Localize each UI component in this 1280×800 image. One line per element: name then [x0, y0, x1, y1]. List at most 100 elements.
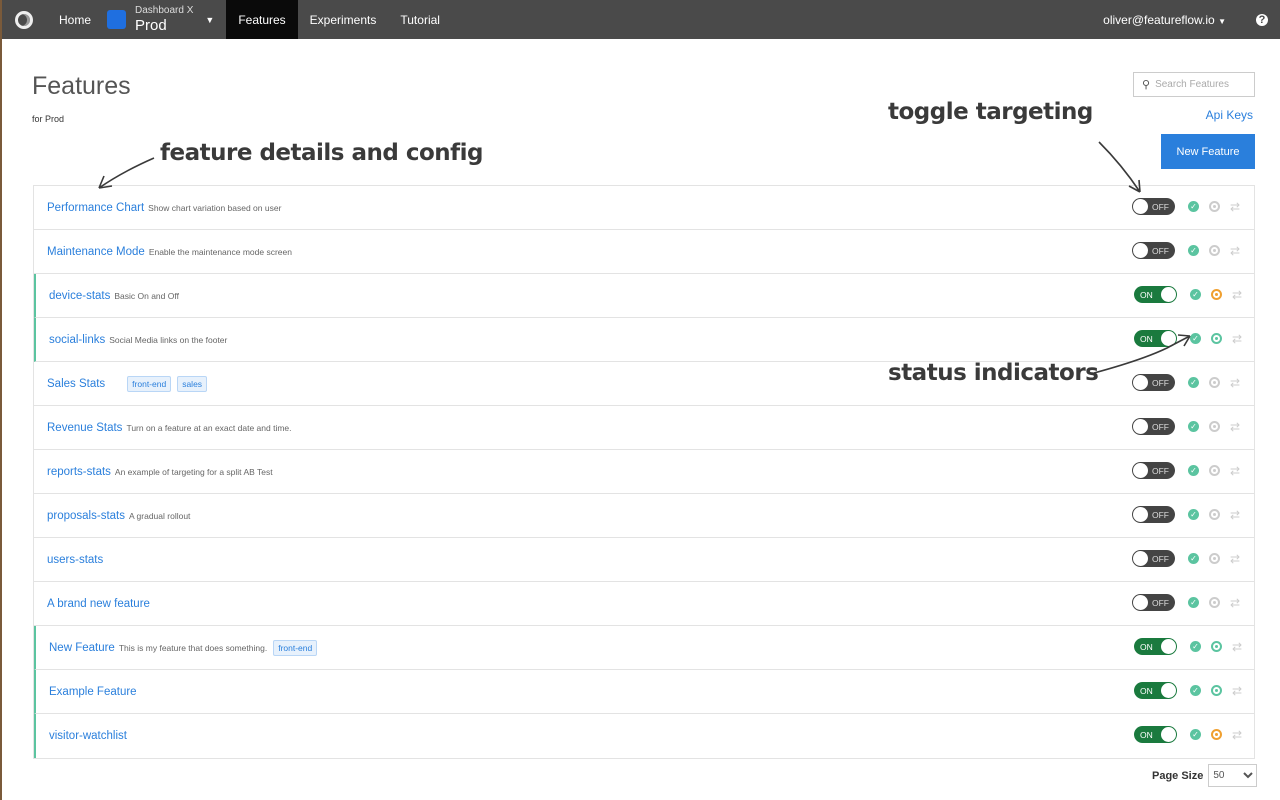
new-feature-button[interactable]: New Feature [1161, 134, 1255, 169]
feature-list: Performance Chart Show chart variation ba… [33, 185, 1255, 759]
nav-experiments[interactable]: Experiments [298, 0, 389, 39]
feature-description: Show chart variation based on user [148, 202, 282, 213]
toggle-state: OFF [1152, 553, 1169, 564]
targeting-toggle[interactable]: ON [1134, 286, 1177, 303]
targeting-toggle[interactable]: OFF [1132, 462, 1175, 479]
user-menu[interactable]: oliver@featureflow.io ▼ [1103, 13, 1226, 27]
feature-name-link[interactable]: social-links [49, 334, 105, 346]
api-keys-link[interactable]: Api Keys [1206, 108, 1253, 122]
feature-description: Social Media links on the footer [109, 334, 228, 345]
toggle-state: ON [1140, 685, 1153, 696]
environment-selector[interactable]: Dashboard X Prod ▼ [103, 6, 226, 33]
toggle-state: OFF [1152, 509, 1169, 520]
toggle-state: OFF [1152, 201, 1169, 212]
target-status-icon [1211, 333, 1222, 344]
feature-tag[interactable]: front-end [127, 375, 172, 392]
swap-arrows-icon[interactable]: ⇄ [1232, 684, 1242, 698]
toggle-state: OFF [1152, 245, 1169, 256]
swap-arrows-icon[interactable]: ⇄ [1230, 596, 1240, 610]
toggle-state: OFF [1152, 377, 1169, 388]
toggle-state: OFF [1152, 597, 1169, 608]
feature-name-link[interactable]: Maintenance Mode [47, 246, 145, 258]
feature-tag[interactable]: front-end [273, 639, 318, 656]
toggle-state: ON [1140, 289, 1153, 300]
search-placeholder: Search Features [1155, 79, 1229, 90]
targeting-toggle[interactable]: ON [1134, 726, 1177, 743]
targeting-toggle[interactable]: ON [1134, 330, 1177, 347]
swap-arrows-icon[interactable]: ⇄ [1230, 420, 1240, 434]
check-icon: ✓ [1188, 377, 1199, 388]
feature-row: Performance Chart Show chart variation ba… [34, 186, 1254, 230]
feature-name-link[interactable]: Performance Chart [47, 202, 144, 214]
targeting-toggle[interactable]: OFF [1132, 594, 1175, 611]
annotation-feature-details: feature details and config [160, 140, 484, 166]
feature-description: Basic On and Off [114, 290, 179, 301]
feature-row: device-stats Basic On and Off ON ✓ ⇄ [34, 274, 1254, 318]
feature-name-link[interactable]: reports-stats [47, 466, 111, 478]
swap-arrows-icon[interactable]: ⇄ [1230, 376, 1240, 390]
check-icon: ✓ [1188, 201, 1199, 212]
search-input[interactable]: ⚲ Search Features [1133, 72, 1255, 97]
nav-tutorial[interactable]: Tutorial [388, 0, 452, 39]
feature-description: Enable the maintenance mode screen [148, 246, 292, 257]
swap-arrows-icon[interactable]: ⇄ [1230, 508, 1240, 522]
feature-name-link[interactable]: Sales Stats [47, 378, 105, 390]
help-icon[interactable]: ? [1256, 13, 1268, 26]
feature-tag[interactable]: sales [177, 375, 208, 392]
swap-arrows-icon[interactable]: ⇄ [1232, 288, 1242, 302]
check-icon: ✓ [1190, 289, 1201, 300]
check-icon: ✓ [1188, 553, 1199, 564]
feature-name-link[interactable]: Revenue Stats [47, 422, 122, 434]
feature-description: Turn on a feature at an exact date and t… [126, 422, 292, 433]
check-icon: ✓ [1188, 465, 1199, 476]
dashboard-label: Dashboard X [135, 5, 194, 16]
feature-name-link[interactable]: proposals-stats [47, 510, 125, 522]
nav-features[interactable]: Features [226, 0, 298, 39]
swap-arrows-icon[interactable]: ⇄ [1232, 640, 1242, 654]
feature-row: New Feature This is my feature that does … [34, 626, 1254, 670]
targeting-toggle[interactable]: OFF [1132, 418, 1175, 435]
swap-arrows-icon[interactable]: ⇄ [1230, 244, 1240, 258]
page-size-select[interactable]: 50 [1208, 764, 1258, 787]
toggle-state: OFF [1152, 421, 1169, 432]
check-icon: ✓ [1190, 729, 1201, 740]
feature-row: users-stats OFF ✓ ⇄ [34, 538, 1254, 582]
check-icon: ✓ [1188, 421, 1199, 432]
targeting-toggle[interactable]: OFF [1132, 506, 1175, 523]
swap-arrows-icon[interactable]: ⇄ [1232, 332, 1242, 346]
target-status-icon [1209, 509, 1220, 520]
annotation-toggle-targeting: toggle targeting [888, 99, 1093, 125]
targeting-toggle[interactable]: OFF [1132, 374, 1175, 391]
caret-down-icon: ▼ [1218, 16, 1226, 26]
feature-description: A gradual rollout [128, 510, 191, 521]
feature-name-link[interactable]: Example Feature [49, 686, 137, 698]
caret-down-icon: ▼ [205, 14, 215, 25]
target-status-icon [1211, 685, 1222, 696]
feature-name-link[interactable]: visitor-watchlist [49, 730, 127, 742]
feature-name-link[interactable]: users-stats [47, 554, 103, 566]
swap-arrows-icon[interactable]: ⇄ [1230, 200, 1240, 214]
logo-icon[interactable] [15, 10, 33, 29]
feature-row: proposals-stats A gradual rollout OFF ✓ ⇄ [34, 494, 1254, 538]
target-status-icon [1209, 597, 1220, 608]
nav-home[interactable]: Home [47, 0, 103, 39]
targeting-toggle[interactable]: ON [1134, 638, 1177, 655]
targeting-toggle[interactable]: OFF [1132, 550, 1175, 567]
swap-arrows-icon[interactable]: ⇄ [1232, 728, 1242, 742]
target-status-icon [1209, 465, 1220, 476]
feature-row: social-links Social Media links on the fo… [34, 318, 1254, 362]
targeting-toggle[interactable]: OFF [1132, 198, 1175, 215]
swap-arrows-icon[interactable]: ⇄ [1230, 552, 1240, 566]
feature-name-link[interactable]: device-stats [49, 290, 110, 302]
targeting-toggle[interactable]: OFF [1132, 242, 1175, 259]
page-subtitle: for Prod [32, 114, 65, 124]
targeting-toggle[interactable]: ON [1134, 682, 1177, 699]
environment-color-icon [107, 10, 127, 29]
feature-description: An example of targeting for a split AB T… [114, 466, 273, 477]
feature-name-link[interactable]: A brand new feature [47, 598, 150, 610]
page-size-label: Page Size [1152, 769, 1204, 782]
feature-row: A brand new feature OFF ✓ ⇄ [34, 582, 1254, 626]
feature-description: This is my feature that does something. [118, 642, 268, 653]
feature-name-link[interactable]: New Feature [49, 642, 115, 654]
swap-arrows-icon[interactable]: ⇄ [1230, 464, 1240, 478]
